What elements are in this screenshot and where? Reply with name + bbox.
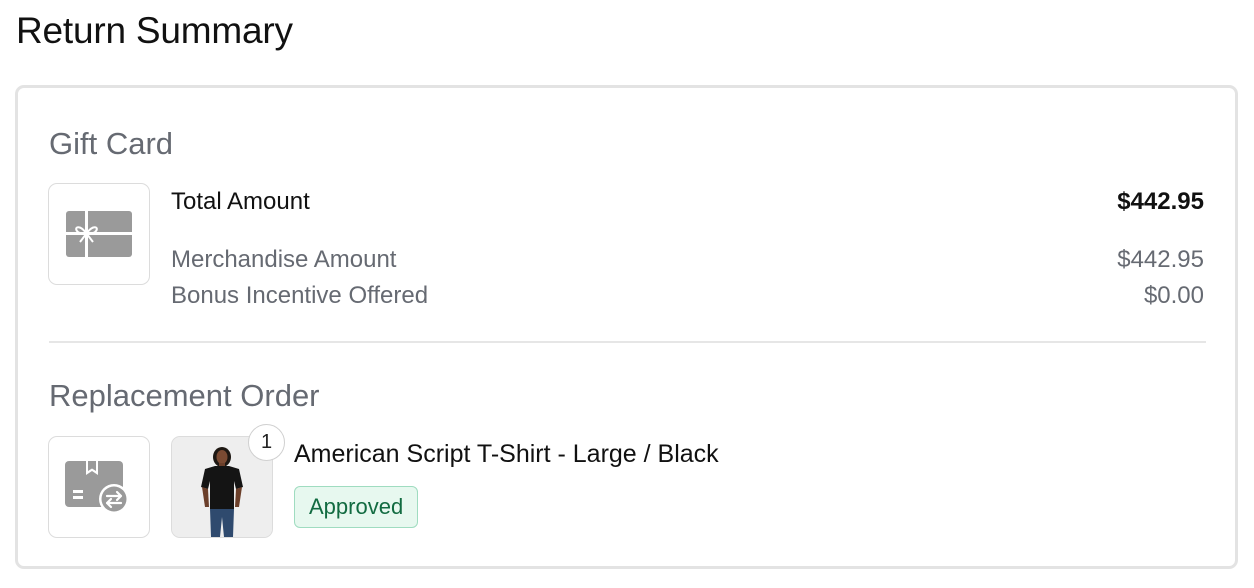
gift-card-icon (66, 211, 132, 257)
bonus-incentive-value: $0.00 (1143, 282, 1204, 309)
package-exchange-icon (65, 461, 129, 514)
bonus-incentive-label: Bonus Incentive Offered (171, 282, 429, 309)
product-name[interactable]: American Script T-Shirt - Large / Black (294, 440, 719, 469)
merchandise-amount-value: $442.95 (1117, 246, 1204, 273)
replacement-order-section-title: Replacement Order (49, 378, 320, 413)
total-amount-label: Total Amount (171, 188, 310, 215)
approved-status-badge: Approved (294, 486, 419, 528)
page-title: Return Summary (16, 10, 293, 51)
return-summary-card: Gift Card Total Amount $442.95 Merchandi… (15, 85, 1238, 569)
total-amount-value: $442.95 (1117, 188, 1204, 215)
gift-card-icon-box (48, 183, 150, 285)
gift-card-section-title: Gift Card (49, 126, 174, 161)
quantity-badge: 1 (248, 424, 285, 461)
replacement-order-icon-box (48, 436, 150, 538)
section-divider (49, 341, 1206, 343)
merchandise-amount-label: Merchandise Amount (171, 246, 397, 273)
